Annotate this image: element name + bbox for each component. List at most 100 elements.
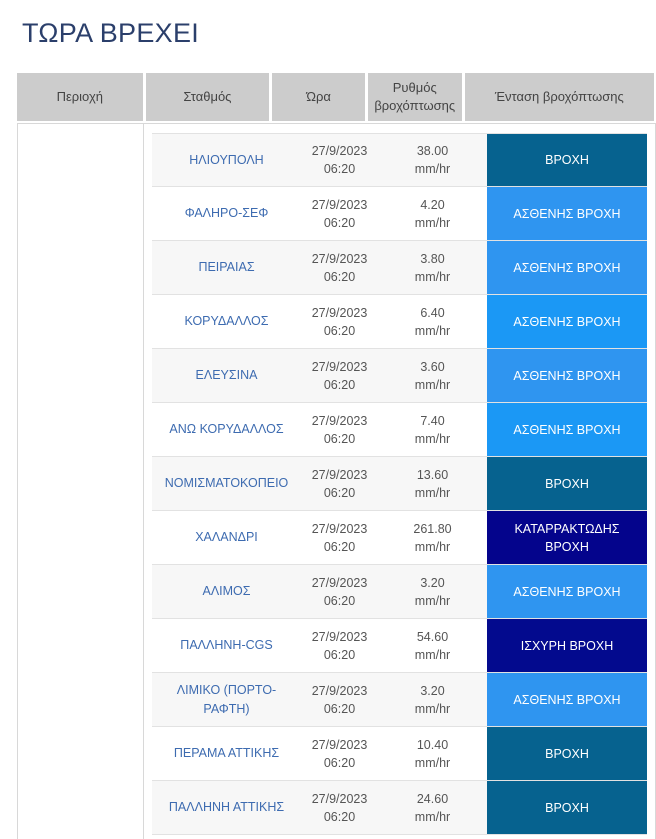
time-hour: 06:20 [323, 431, 356, 446]
rate-value: 7.40 [420, 413, 445, 428]
rate-value: 6.40 [420, 305, 445, 320]
rate-value: 10.40 [416, 737, 449, 752]
station-name[interactable]: ΚΟΡΥΔΑΛΛΟΣ [152, 295, 301, 348]
rate-cell: 3.20 mm/hr [378, 673, 487, 726]
header-station[interactable]: Σταθμός [145, 73, 270, 121]
table-row: ΗΛΙΟΥΠΟΛΗ 27/9/2023 06:20 38.00 mm/hr ΒΡΟΧΗ [152, 133, 647, 187]
table-row: ΚΟΡΥΔΑΛΛΟΣ 27/9/2023 06:20 6.40 mm/hr ΑΣΘΕΝΗΣ… [152, 295, 647, 349]
time-hour: 06:20 [323, 485, 356, 500]
rate-cell: 4.20 mm/hr [378, 187, 487, 240]
time-date: 27/9/2023 [311, 359, 368, 374]
table-row: ΧΑΛΑΝΔΡΙ 27/9/2023 06:20 261.80 mm/hr ΚΑΤΑΡΡΑ… [152, 511, 647, 565]
header-intensity[interactable]: Ένταση βροχόπτωσης [464, 73, 654, 121]
time-date: 27/9/2023 [311, 575, 368, 590]
rate-cell: 3.60 mm/hr [378, 349, 487, 402]
time-cell: 27/9/2023 06:20 [301, 187, 378, 240]
rate-unit: mm/hr [414, 701, 451, 716]
time-date: 27/9/2023 [311, 197, 368, 212]
time-cell: 27/9/2023 06:20 [301, 781, 378, 834]
rate-cell: 38.00 mm/hr [378, 134, 487, 186]
station-name[interactable]: ΕΛΕΥΣΙΝΑ [152, 349, 301, 402]
table-row: ΛΙΜΙΚΟ (ΠΟΡΤΟ-ΡΑΦΤΗ) 27/9/2023 06:20 3.20 mm… [152, 673, 647, 727]
time-cell: 27/9/2023 06:20 [301, 457, 378, 510]
time-hour: 06:20 [323, 701, 356, 716]
rate-unit: mm/hr [414, 647, 451, 662]
rate-unit: mm/hr [414, 162, 451, 176]
rate-cell: 7.40 mm/hr [378, 403, 487, 456]
time-cell: 27/9/2023 06:20 [301, 619, 378, 672]
time-hour: 06:20 [323, 647, 356, 662]
rate-cell: 3.20 mm/hr [378, 565, 487, 618]
station-name[interactable]: ΠΑΛΛΗΝΗ ΑΤΤΙΚΗΣ [152, 781, 301, 834]
time-hour: 06:20 [323, 755, 356, 770]
time-cell: 27/9/2023 06:20 [301, 134, 378, 186]
rate-unit: mm/hr [414, 809, 451, 824]
time-hour: 06:20 [323, 377, 356, 392]
rate-value: 13.60 [416, 467, 449, 482]
intensity-badge: ΒΡΟΧΗ [487, 727, 647, 780]
station-name[interactable]: ΗΛΙΟΥΠΟΛΗ [152, 134, 301, 186]
table-row: ΠΕΙΡΑΙΑΣ 27/9/2023 06:20 3.80 mm/hr ΑΣΘΕΝΗΣ Β… [152, 241, 647, 295]
station-name[interactable]: ΛΙΜΙΚΟ (ΠΟΡΤΟ-ΡΑΦΤΗ) [152, 673, 301, 726]
time-cell: 27/9/2023 06:20 [301, 565, 378, 618]
header-time[interactable]: Ώρα [272, 73, 365, 121]
table-row: ΝΟΜΙΣΜΑΤΟΚΟΠΕΙΟ 27/9/2023 06:20 13.60 mm/hr Β… [152, 457, 647, 511]
rate-value: 261.80 [413, 521, 452, 536]
station-name[interactable]: ΑΛΙΜΟΣ [152, 565, 301, 618]
rate-cell: 13.60 mm/hr [378, 457, 487, 510]
header-region[interactable]: Περιοχή [17, 73, 143, 121]
time-cell: 27/9/2023 06:20 [301, 295, 378, 348]
time-cell: 27/9/2023 06:20 [301, 349, 378, 402]
header-rate-line1: Ρυθμός [392, 80, 437, 95]
rate-cell: 6.40 mm/hr [378, 295, 487, 348]
header-rate[interactable]: Ρυθμός βροχόπτωσης [367, 73, 462, 121]
rate-cell: 10.40 mm/hr [378, 727, 487, 780]
rate-unit: mm/hr [414, 485, 451, 500]
time-hour: 06:20 [323, 539, 356, 554]
station-name[interactable]: ΑΝΩ ΚΟΡΥΔΑΛΛΟΣ [152, 403, 301, 456]
rate-cell: 24.60 mm/hr [378, 781, 487, 834]
station-name[interactable]: ΧΑΛΑΝΔΡΙ [152, 511, 301, 564]
intensity-badge: ΑΣΘΕΝΗΣ ΒΡΟΧΗ [487, 403, 647, 456]
rate-unit: mm/hr [414, 269, 451, 284]
time-date: 27/9/2023 [311, 629, 368, 644]
intensity-badge: ΒΡΟΧΗ [487, 457, 647, 510]
rate-value: 54.60 [416, 629, 449, 644]
region-cell [17, 123, 144, 839]
time-hour: 06:20 [323, 215, 356, 230]
time-cell: 27/9/2023 06:20 [301, 727, 378, 780]
rate-cell: 261.80 mm/hr [378, 511, 487, 564]
intensity-badge: ΑΣΘΕΝΗΣ ΒΡΟΧΗ [487, 187, 647, 240]
intensity-badge: ΙΣΧΥΡΗ ΒΡΟΧΗ [487, 619, 647, 672]
rate-unit: mm/hr [414, 431, 451, 446]
table-row: ΑΝΩ ΚΟΡΥΔΑΛΛΟΣ 27/9/2023 06:20 7.40 mm/hr ΑΣΘ… [152, 403, 647, 457]
page-title: ΤΩΡΑ ΒΡΕΧΕΙ [22, 18, 200, 48]
table-row: ΠΑΛΛΗΝΗ-CGS 27/9/2023 06:20 54.60 mm/hr ΙΣΧΥΡ… [152, 619, 647, 673]
rate-unit: mm/hr [414, 593, 451, 608]
time-date: 27/9/2023 [311, 737, 368, 752]
station-name[interactable]: ΝΟΜΙΣΜΑΤΟΚΟΠΕΙΟ [152, 457, 301, 510]
intensity-badge: ΑΣΘΕΝΗΣ ΒΡΟΧΗ [487, 565, 647, 618]
station-name[interactable]: ΦΑΛΗΡΟ-ΣΕΦ [152, 187, 301, 240]
rate-cell: 3.80 mm/hr [378, 241, 487, 294]
time-cell: 27/9/2023 06:20 [301, 673, 378, 726]
time-cell: 27/9/2023 06:20 [301, 241, 378, 294]
rate-unit: mm/hr [414, 377, 451, 392]
station-name[interactable]: ΠΕΙΡΑΙΑΣ [152, 241, 301, 294]
table-header: Περιοχή Σταθμός Ώρα Ρυθμός βροχόπτωσης Έ… [17, 73, 654, 121]
station-name[interactable]: ΠΑΛΛΗΝΗ-CGS [152, 619, 301, 672]
table-row: ΠΕΡΑΜΑ ΑΤΤΙΚΗΣ 27/9/2023 06:20 10.40 mm/hr ΒΡ… [152, 727, 647, 781]
intensity-badge: ΒΡΟΧΗ [487, 781, 647, 834]
table-row: ΠΑΛΛΗΝΗ ΑΤΤΙΚΗΣ 27/9/2023 06:20 24.60 mm/hr Β… [152, 781, 647, 835]
intensity-badge: ΑΣΘΕΝΗΣ ΒΡΟΧΗ [487, 241, 647, 294]
time-date: 27/9/2023 [311, 251, 368, 266]
rate-cell: 54.60 mm/hr [378, 619, 487, 672]
time-date: 27/9/2023 [311, 521, 368, 536]
intensity-badge: ΚΑΤΑΡΡΑΚΤΩΔΗΣ ΒΡΟΧΗ [487, 511, 647, 564]
rate-value: 24.60 [416, 791, 449, 806]
rate-unit: mm/hr [414, 755, 451, 770]
station-name[interactable]: ΠΕΡΑΜΑ ΑΤΤΙΚΗΣ [152, 727, 301, 780]
time-date: 27/9/2023 [311, 683, 368, 698]
time-date: 27/9/2023 [311, 791, 368, 806]
time-hour: 06:20 [323, 162, 356, 176]
